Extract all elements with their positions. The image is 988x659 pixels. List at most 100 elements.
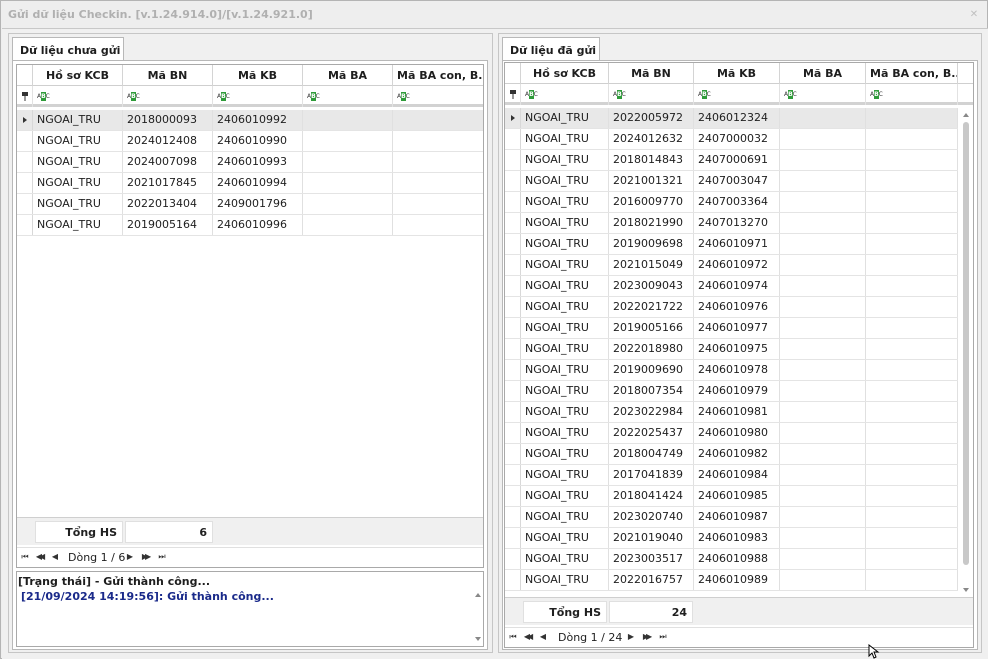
table-cell[interactable]	[303, 215, 393, 235]
table-cell[interactable]: 2024007098	[123, 152, 213, 172]
table-row[interactable]: NGOAI_TRU 2021015049 2406010972	[505, 255, 958, 276]
table-cell[interactable]	[866, 192, 958, 212]
column-header[interactable]: Mã BN	[123, 65, 213, 86]
table-cell[interactable]: NGOAI_TRU	[33, 131, 123, 151]
table-cell[interactable]: NGOAI_TRU	[521, 423, 609, 443]
table-cell[interactable]: 2406010993	[213, 152, 303, 172]
table-cell[interactable]: 2023022984	[609, 402, 694, 422]
table-cell[interactable]: 2018014843	[609, 150, 694, 170]
table-cell[interactable]	[780, 255, 866, 275]
row-indicator[interactable]	[17, 194, 33, 214]
nav-prev-page-icon[interactable]: ◀◀	[522, 632, 533, 642]
table-row[interactable]: NGOAI_TRU 2024012408 2406010990	[17, 131, 483, 152]
scroll-down-icon[interactable]	[475, 637, 481, 641]
table-cell[interactable]	[866, 234, 958, 254]
table-row[interactable]: NGOAI_TRU 2018007354 2406010979	[505, 381, 958, 402]
column-header[interactable]: Mã BN	[609, 63, 694, 84]
table-cell[interactable]: 2406010975	[694, 339, 780, 359]
table-cell[interactable]: NGOAI_TRU	[521, 528, 609, 548]
table-cell[interactable]: NGOAI_TRU	[33, 152, 123, 172]
table-cell[interactable]: 2019005164	[123, 215, 213, 235]
column-header[interactable]: Hồ sơ KCB	[33, 65, 123, 86]
table-cell[interactable]: NGOAI_TRU	[521, 465, 609, 485]
nav-next-page-icon[interactable]: ▶▶	[140, 552, 151, 562]
row-indicator[interactable]	[505, 465, 521, 485]
table-cell[interactable]	[780, 423, 866, 443]
table-row[interactable]: NGOAI_TRU 2022021722 2406010976	[505, 297, 958, 318]
table-cell[interactable]: 2409001796	[213, 194, 303, 214]
scroll-up-icon[interactable]	[963, 113, 969, 117]
table-cell[interactable]	[303, 152, 393, 172]
row-indicator[interactable]	[505, 108, 521, 128]
row-indicator[interactable]	[505, 171, 521, 191]
row-indicator[interactable]	[505, 150, 521, 170]
nav-next-icon[interactable]: ▶	[626, 632, 636, 642]
column-header[interactable]: Mã KB	[694, 63, 780, 84]
table-cell[interactable]: 2021001321	[609, 171, 694, 191]
table-cell[interactable]: 2022021722	[609, 297, 694, 317]
row-indicator[interactable]	[505, 570, 521, 590]
table-cell[interactable]: 2406010987	[694, 507, 780, 527]
table-cell[interactable]: NGOAI_TRU	[33, 215, 123, 235]
table-row[interactable]: NGOAI_TRU 2018014843 2407000691	[505, 150, 958, 171]
scroll-up-icon[interactable]	[475, 593, 481, 597]
table-cell[interactable]	[866, 255, 958, 275]
column-header[interactable]: Hồ sơ KCB	[521, 63, 609, 84]
table-cell[interactable]	[866, 276, 958, 296]
table-cell[interactable]: NGOAI_TRU	[521, 339, 609, 359]
filter-cell[interactable]: ABC	[694, 84, 780, 105]
table-row[interactable]: NGOAI_TRU 2019005166 2406010977	[505, 318, 958, 339]
table-row[interactable]: NGOAI_TRU 2018041424 2406010985	[505, 486, 958, 507]
table-row[interactable]: NGOAI_TRU 2019009690 2406010978	[505, 360, 958, 381]
filter-cell[interactable]: ABC	[213, 86, 303, 107]
unsent-data-grid[interactable]: Hồ sơ KCB Mã BN Mã KB Mã BA Mã BA con, B... …	[16, 64, 484, 568]
table-cell[interactable]	[866, 486, 958, 506]
table-row[interactable]: NGOAI_TRU 2022016757 2406010989	[505, 570, 958, 591]
table-cell[interactable]: 2019009698	[609, 234, 694, 254]
table-cell[interactable]: 2406010990	[213, 131, 303, 151]
table-row[interactable]: NGOAI_TRU 2021001321 2407003047	[505, 171, 958, 192]
table-cell[interactable]	[866, 129, 958, 149]
table-cell[interactable]	[393, 110, 483, 130]
table-cell[interactable]: 2406010978	[694, 360, 780, 380]
table-cell[interactable]	[866, 507, 958, 527]
nav-next-icon[interactable]: ▶	[125, 552, 135, 562]
table-cell[interactable]: 2407003364	[694, 192, 780, 212]
scroll-thumb[interactable]	[963, 122, 969, 565]
table-cell[interactable]: 2406010977	[694, 318, 780, 338]
table-cell[interactable]	[866, 528, 958, 548]
table-cell[interactable]: NGOAI_TRU	[521, 486, 609, 506]
table-cell[interactable]: 2406010983	[694, 528, 780, 548]
table-cell[interactable]: 2407003047	[694, 171, 780, 191]
row-indicator[interactable]	[505, 549, 521, 569]
table-cell[interactable]: 2406010984	[694, 465, 780, 485]
table-cell[interactable]	[866, 444, 958, 464]
row-indicator[interactable]	[505, 318, 521, 338]
table-row[interactable]: NGOAI_TRU 2022013404 2409001796	[17, 194, 483, 215]
table-cell[interactable]: 2018007354	[609, 381, 694, 401]
table-cell[interactable]: NGOAI_TRU	[33, 173, 123, 193]
table-cell[interactable]: 2406010972	[694, 255, 780, 275]
table-cell[interactable]	[866, 339, 958, 359]
table-cell[interactable]: 2018041424	[609, 486, 694, 506]
column-header[interactable]: Mã BA con, B...	[866, 63, 958, 84]
close-icon[interactable]: ✕	[969, 10, 979, 20]
table-cell[interactable]: NGOAI_TRU	[33, 110, 123, 130]
table-row[interactable]: NGOAI_TRU 2022005972 2406012324	[505, 108, 958, 129]
table-cell[interactable]: 2021015049	[609, 255, 694, 275]
table-cell[interactable]: 2406010981	[694, 402, 780, 422]
row-indicator[interactable]	[505, 360, 521, 380]
table-cell[interactable]: 2406010971	[694, 234, 780, 254]
table-cell[interactable]	[780, 318, 866, 338]
nav-prev-page-icon[interactable]: ◀◀	[34, 552, 45, 562]
table-cell[interactable]	[303, 194, 393, 214]
table-cell[interactable]: 2018021990	[609, 213, 694, 233]
table-cell[interactable]	[393, 152, 483, 172]
table-cell[interactable]: NGOAI_TRU	[521, 318, 609, 338]
table-cell[interactable]	[780, 192, 866, 212]
row-indicator[interactable]	[505, 402, 521, 422]
table-cell[interactable]	[866, 423, 958, 443]
table-cell[interactable]	[866, 360, 958, 380]
sent-data-grid[interactable]: Hồ sơ KCB Mã BN Mã KB Mã BA Mã BA con, B... …	[504, 62, 974, 648]
table-cell[interactable]	[780, 171, 866, 191]
